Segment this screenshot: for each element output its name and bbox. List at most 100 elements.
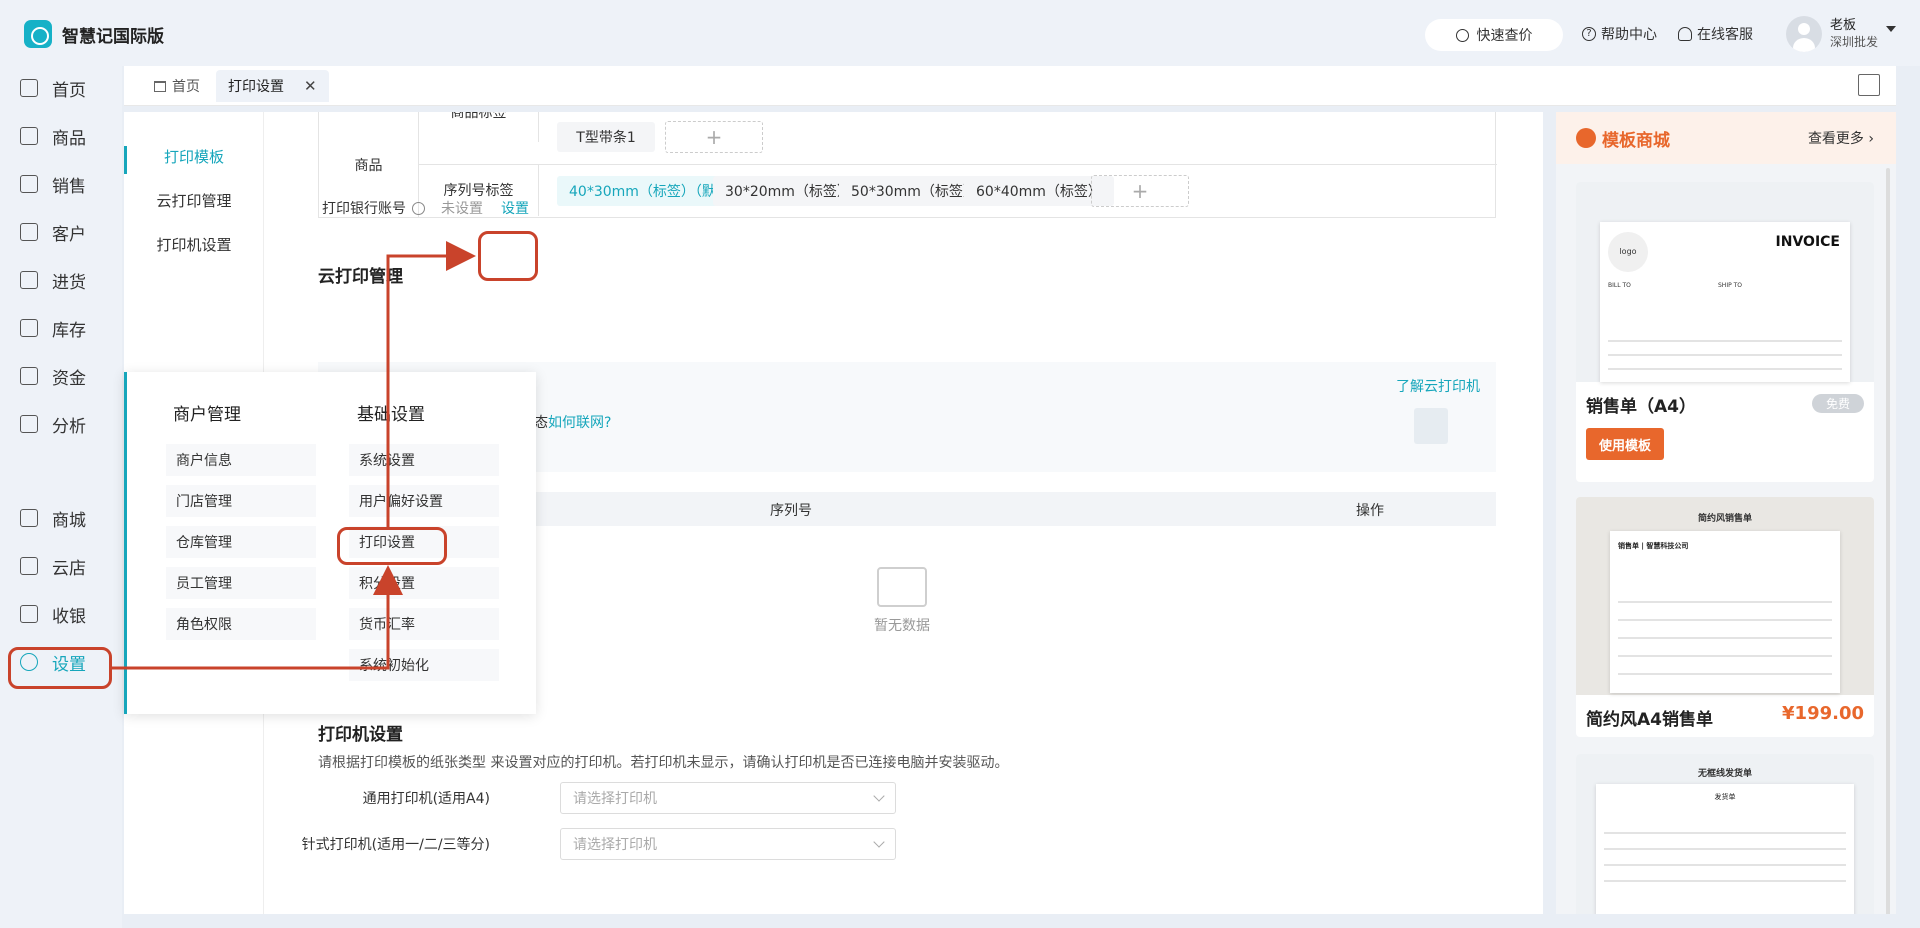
avatar bbox=[1786, 16, 1822, 52]
bill-to-label: BILL TO bbox=[1608, 282, 1631, 289]
preview-line bbox=[1604, 864, 1846, 866]
nav-label: 销售 bbox=[52, 176, 86, 197]
user-name: 老板 bbox=[1830, 18, 1857, 33]
nav-item-funds[interactable]: 资金 bbox=[0, 356, 122, 396]
nav-label: 首页 bbox=[52, 80, 86, 101]
nav-item-inventory[interactable]: 库存 bbox=[0, 308, 122, 348]
use-template-button[interactable]: 使用模板 bbox=[1586, 428, 1664, 460]
bank-account-status: 未设置 bbox=[441, 201, 483, 217]
template-card-a4-sales[interactable]: logo INVOICE BILL TO SHIP TO 销售单（A4） 免费 … bbox=[1576, 182, 1874, 482]
bank-account-label: 打印银行账号 bbox=[322, 201, 406, 217]
clipboard-icon bbox=[20, 175, 38, 193]
template-store-panel: 模板商城 查看更多 › logo INVOICE BILL TO SHIP TO… bbox=[1556, 112, 1896, 914]
fullscreen-icon[interactable] bbox=[1858, 74, 1880, 96]
preview-line bbox=[1618, 673, 1832, 675]
nav-item-sales[interactable]: 销售 bbox=[0, 164, 122, 204]
preview-line bbox=[1604, 880, 1846, 882]
preview-heading: 无框线发货单 bbox=[1697, 769, 1752, 779]
tab-print-settings[interactable]: 打印设置 ✕ bbox=[216, 70, 329, 102]
menu-item-role-permissions[interactable]: 角色权限 bbox=[166, 608, 316, 640]
dot-matrix-printer-select[interactable]: 请选择打印机 bbox=[560, 828, 896, 860]
preview-line bbox=[1604, 832, 1846, 834]
menu-item-currency-rates[interactable]: 货币汇率 bbox=[349, 608, 499, 640]
subnav-item-printer-settings[interactable]: 打印机设置 bbox=[124, 234, 264, 255]
close-icon[interactable]: ✕ bbox=[304, 77, 317, 95]
nav-label: 进货 bbox=[52, 272, 86, 293]
wallet-icon bbox=[20, 367, 38, 385]
menu-item-store-management[interactable]: 门店管理 bbox=[166, 485, 316, 517]
add-template-button[interactable]: + bbox=[665, 121, 763, 153]
menu-item-merchant-info[interactable]: 商户信息 bbox=[166, 444, 316, 476]
help-center-link[interactable]: ? 帮助中心 bbox=[1582, 24, 1657, 44]
nav-item-cloud-store[interactable]: 云店 bbox=[0, 546, 122, 586]
top-header: 智慧记国际版 快速查价 ? 帮助中心 在线客服 老板 深圳批发 bbox=[0, 0, 1920, 66]
subnav-item-cloud-print[interactable]: 云打印管理 bbox=[124, 190, 264, 211]
template-preview: logo INVOICE BILL TO SHIP TO bbox=[1576, 182, 1874, 382]
how-to-connect-link[interactable]: 如何联网? bbox=[548, 412, 611, 432]
book-icon bbox=[20, 271, 38, 289]
invoice-preview-title: INVOICE bbox=[1775, 234, 1840, 250]
home-icon bbox=[20, 79, 38, 97]
empty-inbox-icon bbox=[877, 567, 927, 607]
subnav-item-print-template[interactable]: 打印模板 bbox=[124, 146, 264, 167]
merchant-management-title: 商户管理 bbox=[173, 405, 241, 425]
template-preview: 简约风销售单 销售单 | 智慧科技公司 bbox=[1576, 497, 1874, 695]
menu-item-system-settings[interactable]: 系统设置 bbox=[349, 444, 499, 476]
add-template-button[interactable]: + bbox=[1091, 175, 1189, 207]
logo-icon bbox=[24, 20, 52, 48]
preview-line bbox=[1618, 601, 1832, 603]
app-logo[interactable]: 智慧记国际版 bbox=[24, 20, 164, 48]
preview-line bbox=[1604, 848, 1846, 850]
nav-label: 云店 bbox=[52, 558, 86, 579]
learn-cloud-printer-link[interactable]: 了解云打印机 bbox=[1396, 376, 1480, 396]
chevron-down-icon bbox=[873, 836, 885, 848]
nav-label: 分析 bbox=[52, 416, 86, 437]
nav-item-mall[interactable]: 商城 bbox=[0, 498, 122, 538]
nav-item-home[interactable]: 首页 bbox=[0, 68, 122, 108]
preview-line bbox=[1618, 655, 1832, 657]
cloud-print-title: 云打印管理 bbox=[318, 267, 403, 287]
settings-popup-menu: 商户管理 商户信息 门店管理 仓库管理 员工管理 角色权限 基础设置 系统设置 … bbox=[124, 372, 536, 714]
nav-label: 商品 bbox=[52, 128, 86, 149]
nav-item-cashier[interactable]: 收银 bbox=[0, 594, 122, 634]
preview-subtitle: 发货单 bbox=[1714, 793, 1736, 801]
home-icon bbox=[154, 80, 166, 92]
menu-item-user-preferences[interactable]: 用户偏好设置 bbox=[349, 485, 499, 517]
nav-item-analysis[interactable]: 分析 bbox=[0, 404, 122, 444]
menu-item-staff-management[interactable]: 员工管理 bbox=[166, 567, 316, 599]
nav-item-products[interactable]: 商品 bbox=[0, 116, 122, 156]
annotation-box-bank-set bbox=[478, 231, 538, 281]
template-card-shipping[interactable]: 无框线发货单 发货单 bbox=[1576, 754, 1874, 914]
nav-label: 收银 bbox=[52, 606, 86, 627]
menu-item-system-init[interactable]: 系统初始化 bbox=[349, 649, 499, 681]
preview-line bbox=[1618, 637, 1832, 639]
preview-line bbox=[1608, 368, 1842, 370]
menu-item-points-settings[interactable]: 积分设置 bbox=[349, 567, 499, 599]
user-store: 深圳批发 bbox=[1830, 35, 1879, 49]
nav-label: 库存 bbox=[52, 320, 86, 341]
template-chip[interactable]: T型带条1 bbox=[557, 122, 655, 152]
online-service-link[interactable]: 在线客服 bbox=[1678, 24, 1753, 44]
tab-label: 打印设置 bbox=[228, 79, 284, 95]
basic-settings-title: 基础设置 bbox=[357, 405, 425, 425]
scrollbar[interactable] bbox=[1886, 168, 1890, 914]
view-more-link[interactable]: 查看更多 › bbox=[1808, 128, 1874, 148]
store-icon bbox=[20, 557, 38, 575]
preview-line bbox=[1618, 619, 1832, 621]
nav-item-purchase[interactable]: 进货 bbox=[0, 260, 122, 300]
a4-printer-select[interactable]: 请选择打印机 bbox=[560, 782, 896, 814]
template-card-simple-a4[interactable]: 简约风销售单 销售单 | 智慧科技公司 简约风A4销售单 ¥199.00 bbox=[1576, 497, 1874, 737]
nav-item-customers[interactable]: 客户 bbox=[0, 212, 122, 252]
bank-account-set-link[interactable]: 设置 bbox=[501, 198, 529, 218]
nav-label: 商城 bbox=[52, 510, 86, 531]
user-icon bbox=[20, 223, 38, 241]
menu-item-warehouse-management[interactable]: 仓库管理 bbox=[166, 526, 316, 558]
quick-price-button[interactable]: 快速查价 bbox=[1425, 19, 1563, 51]
view-more-label: 查看更多 bbox=[1807, 131, 1864, 147]
select-placeholder: 请选择打印机 bbox=[573, 791, 657, 807]
chevron-down-icon bbox=[873, 790, 885, 802]
tab-home[interactable]: 首页 bbox=[142, 70, 212, 102]
quick-price-label: 快速查价 bbox=[1476, 28, 1533, 44]
user-menu[interactable]: 老板 深圳批发 bbox=[1786, 16, 1897, 52]
free-badge: 免费 bbox=[1811, 394, 1864, 413]
